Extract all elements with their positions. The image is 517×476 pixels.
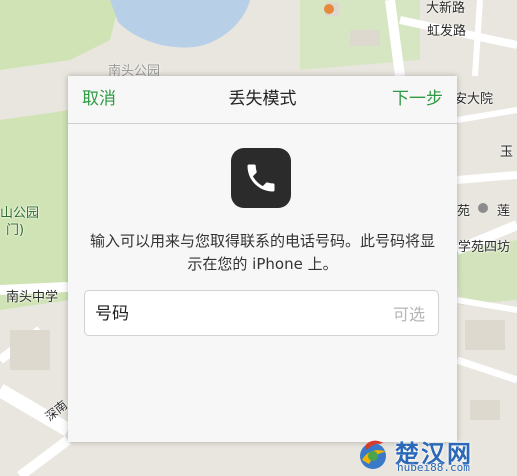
map-label-place: 安大院 bbox=[454, 92, 494, 107]
phone-icon bbox=[231, 148, 291, 208]
map-label-park: 门) bbox=[6, 223, 25, 238]
watermark-url: hubei88.com bbox=[397, 461, 470, 474]
map-label-place: 莲 bbox=[497, 204, 511, 219]
map-label-place: 玉 bbox=[500, 145, 514, 160]
phone-handset-glyph bbox=[247, 164, 275, 192]
phone-number-field[interactable]: 号码 bbox=[84, 290, 439, 336]
map-label-place: 苑 bbox=[457, 204, 471, 219]
phone-number-label: 号码 bbox=[95, 304, 129, 324]
map-label-school: 南头中学 bbox=[6, 290, 59, 305]
phone-number-input[interactable] bbox=[145, 299, 425, 329]
watermark-logo-icon bbox=[360, 440, 386, 469]
dialog-nav-bar: 取消 丢失模式 下一步 bbox=[68, 76, 457, 124]
site-watermark: 楚汉网 hubei88.com bbox=[353, 434, 513, 474]
map-label-road: 大新路 bbox=[426, 1, 466, 16]
map-label-road: 虹发路 bbox=[427, 24, 467, 39]
lost-mode-dialog: 取消 丢失模式 下一步 输入可以用来与您取得联系的电话号码。此号码将显示在您的 … bbox=[68, 76, 457, 442]
map-label-road: 学苑四坊 bbox=[458, 240, 511, 255]
instruction-text: 输入可以用来与您取得联系的电话号码。此号码将显示在您的 iPhone 上。 bbox=[89, 232, 435, 273]
next-button[interactable]: 下一步 bbox=[392, 88, 443, 110]
